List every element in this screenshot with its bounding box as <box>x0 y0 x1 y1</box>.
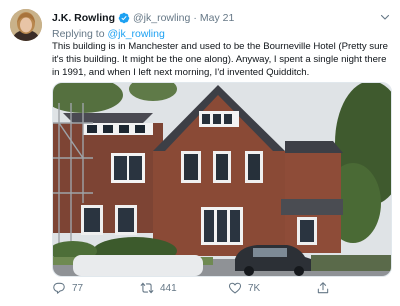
reply-to-link[interactable]: @jk_rowling <box>107 28 164 40</box>
share-icon <box>317 282 329 294</box>
avatar[interactable] <box>10 9 42 41</box>
chevron-down-icon[interactable] <box>379 11 391 23</box>
reply-button[interactable]: 77 <box>52 281 83 295</box>
tweet[interactable]: J.K. Rowling @jk_rowling · May 21 Replyi… <box>0 0 400 306</box>
reply-icon <box>53 282 65 294</box>
tweet-text: This building is in Manchester and used … <box>52 41 388 78</box>
retweet-button[interactable]: 441 <box>140 281 177 295</box>
share-button[interactable] <box>316 281 336 295</box>
reply-context: Replying to @jk_rowling <box>52 28 165 40</box>
building-photo <box>53 83 391 276</box>
separator-dot: · <box>193 12 197 24</box>
like-count: 7K <box>248 282 261 294</box>
heart-icon <box>228 282 242 294</box>
author-name[interactable]: J.K. Rowling <box>52 12 115 24</box>
retweet-count: 441 <box>160 282 177 294</box>
avatar-image <box>10 9 42 41</box>
reply-prefix: Replying to <box>52 28 105 40</box>
like-button[interactable]: 7K <box>228 281 260 295</box>
tweet-actions: 77 441 7K <box>52 281 382 297</box>
retweet-icon <box>140 282 154 294</box>
tweet-header: J.K. Rowling @jk_rowling · May 21 <box>52 11 234 25</box>
author-handle[interactable]: @jk_rowling <box>133 12 190 24</box>
tweet-date[interactable]: May 21 <box>200 12 234 24</box>
reply-count: 77 <box>72 282 84 294</box>
verified-badge-icon <box>118 12 130 24</box>
tweet-photo[interactable] <box>52 82 392 277</box>
